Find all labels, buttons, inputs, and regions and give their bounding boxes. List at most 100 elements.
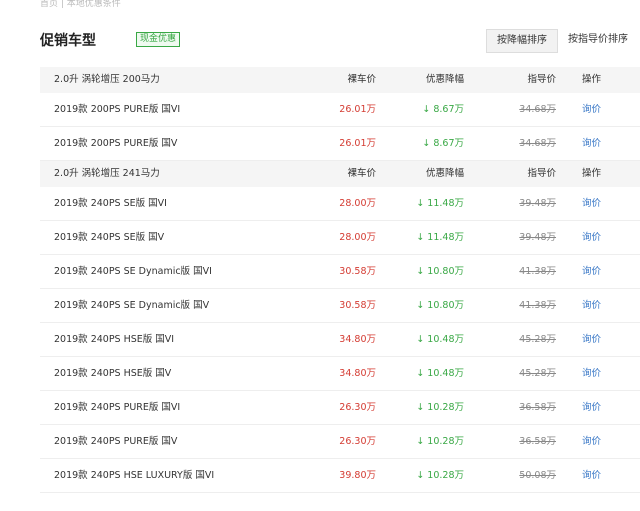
group-header: 2.0升 涡轮增压 200马力 裸车价 优惠降幅 指导价 操作 [40,67,640,93]
group-header: 2.0升 涡轮增压 241马力 裸车价 优惠降幅 指导价 操作 [40,161,640,187]
col-op: 操作 [582,168,602,179]
inquire-link[interactable]: 询价 [582,127,601,160]
col-price: 裸车价 [347,74,376,85]
model-name: 2019款 240PS HSE版 国VI [54,334,175,345]
table-row: 2019款 240PS PURE版 国VI 26.30万 ↓ 10.28万 36.… [40,391,640,425]
guide-price: 50.08万 [519,470,556,481]
table-row: 2019款 240PS SE Dynamic版 国VI 30.58万 ↓ 10.8… [40,255,640,289]
sort-by-guide-button[interactable]: 按指导价排序 [556,29,640,51]
inquire-link[interactable]: 询价 [582,459,601,492]
promo-table: 2.0升 涡轮增压 200马力 裸车价 优惠降幅 指导价 操作 2019款 20… [40,67,640,493]
guide-price: 34.68万 [519,104,556,115]
down-arrow-icon: ↓ [416,266,425,277]
inquire-link[interactable]: 询价 [582,221,601,254]
guide-price: 41.38万 [519,266,556,277]
price-cut-value: 10.80万 [427,266,464,277]
down-arrow-icon: ↓ [416,470,425,481]
bare-price: 26.01万 [339,138,376,149]
price-cut: ↓ 10.80万 [416,255,464,288]
model-name: 2019款 240PS SE版 国VI [54,198,167,209]
table-row: 2019款 240PS SE Dynamic版 国V 30.58万 ↓ 10.80… [40,289,640,323]
bare-price: 26.01万 [339,104,376,115]
page-title: 促销车型 [40,33,96,49]
price-cut: ↓ 10.80万 [416,289,464,322]
down-arrow-icon: ↓ [416,232,425,243]
price-cut-value: 11.48万 [427,232,464,243]
price-cut-value: 10.80万 [427,300,464,311]
inquire-link[interactable]: 询价 [582,391,601,424]
price-cut: ↓ 10.48万 [416,323,464,356]
top-note: 首页 | 本地优惠条件 [40,0,121,9]
price-cut: ↓ 8.67万 [422,127,464,160]
engine-label: 2.0升 涡轮增压 200马力 [54,74,160,85]
down-arrow-icon: ↓ [416,300,425,311]
price-cut-value: 10.48万 [427,334,464,345]
price-cut: ↓ 8.67万 [422,93,464,126]
price-cut-value: 11.48万 [427,198,464,209]
model-name: 2019款 240PS SE Dynamic版 国V [54,300,210,311]
down-arrow-icon: ↓ [416,436,425,447]
model-name: 2019款 240PS PURE版 国V [54,436,178,447]
model-name: 2019款 240PS PURE版 国VI [54,402,181,413]
price-cut: ↓ 11.48万 [416,221,464,254]
engine-label: 2.0升 涡轮增压 241马力 [54,168,160,179]
cash-discount-badge: 现金优惠 [136,32,181,47]
table-row: 2019款 240PS HSE LUXURY版 国VI 39.80万 ↓ 10.2… [40,459,640,493]
price-cut-value: 8.67万 [433,138,464,149]
down-arrow-icon: ↓ [416,368,425,379]
col-cut: 优惠降幅 [425,168,464,179]
inquire-link[interactable]: 询价 [582,357,601,390]
guide-price: 36.58万 [519,402,556,413]
price-cut-value: 10.28万 [427,436,464,447]
guide-price: 39.48万 [519,232,556,243]
table-row: 2019款 240PS SE版 国VI 28.00万 ↓ 11.48万 39.48… [40,187,640,221]
model-name: 2019款 240PS SE版 国V [54,232,165,243]
price-cut-value: 10.28万 [427,470,464,481]
bare-price: 39.80万 [339,470,376,481]
bare-price: 34.80万 [339,368,376,379]
inquire-link[interactable]: 询价 [582,323,601,356]
guide-price: 39.48万 [519,198,556,209]
col-cut: 优惠降幅 [425,74,464,85]
inquire-link[interactable]: 询价 [582,289,601,322]
guide-price: 45.28万 [519,334,556,345]
inquire-link[interactable]: 询价 [582,93,601,126]
bare-price: 30.58万 [339,300,376,311]
model-name: 2019款 200PS PURE版 国VI [54,104,181,115]
model-name: 2019款 240PS HSE LUXURY版 国VI [54,470,215,481]
bare-price: 28.00万 [339,198,376,209]
bare-price: 30.58万 [339,266,376,277]
guide-price: 41.38万 [519,300,556,311]
guide-price: 36.58万 [519,436,556,447]
down-arrow-icon: ↓ [422,104,431,115]
model-name: 2019款 200PS PURE版 国V [54,138,178,149]
col-guide: 指导价 [527,74,556,85]
inquire-link[interactable]: 询价 [582,255,601,288]
inquire-link[interactable]: 询价 [582,187,601,220]
table-row: 2019款 240PS PURE版 国V 26.30万 ↓ 10.28万 36.5… [40,425,640,459]
down-arrow-icon: ↓ [416,402,425,413]
table-row: 2019款 240PS HSE版 国V 34.80万 ↓ 10.48万 45.28… [40,357,640,391]
price-cut-value: 10.48万 [427,368,464,379]
price-cut: ↓ 10.28万 [416,459,464,492]
table-row: 2019款 240PS HSE版 国VI 34.80万 ↓ 10.48万 45.2… [40,323,640,357]
sort-by-cut-button[interactable]: 按降幅排序 [486,29,558,53]
bare-price: 34.80万 [339,334,376,345]
price-cut: ↓ 10.28万 [416,391,464,424]
guide-price: 34.68万 [519,138,556,149]
table-row: 2019款 240PS SE版 国V 28.00万 ↓ 11.48万 39.48万… [40,221,640,255]
bare-price: 28.00万 [339,232,376,243]
model-name: 2019款 240PS HSE版 国V [54,368,172,379]
model-name: 2019款 240PS SE Dynamic版 国VI [54,266,212,277]
price-cut: ↓ 10.48万 [416,357,464,390]
col-guide: 指导价 [527,168,556,179]
inquire-link[interactable]: 询价 [582,425,601,458]
guide-price: 45.28万 [519,368,556,379]
bare-price: 26.30万 [339,436,376,447]
table-row: 2019款 200PS PURE版 国V 26.01万 ↓ 8.67万 34.68… [40,127,640,161]
price-cut-value: 10.28万 [427,402,464,413]
col-op: 操作 [582,74,602,85]
table-row: 2019款 200PS PURE版 国VI 26.01万 ↓ 8.67万 34.6… [40,93,640,127]
bare-price: 26.30万 [339,402,376,413]
col-price: 裸车价 [347,168,376,179]
